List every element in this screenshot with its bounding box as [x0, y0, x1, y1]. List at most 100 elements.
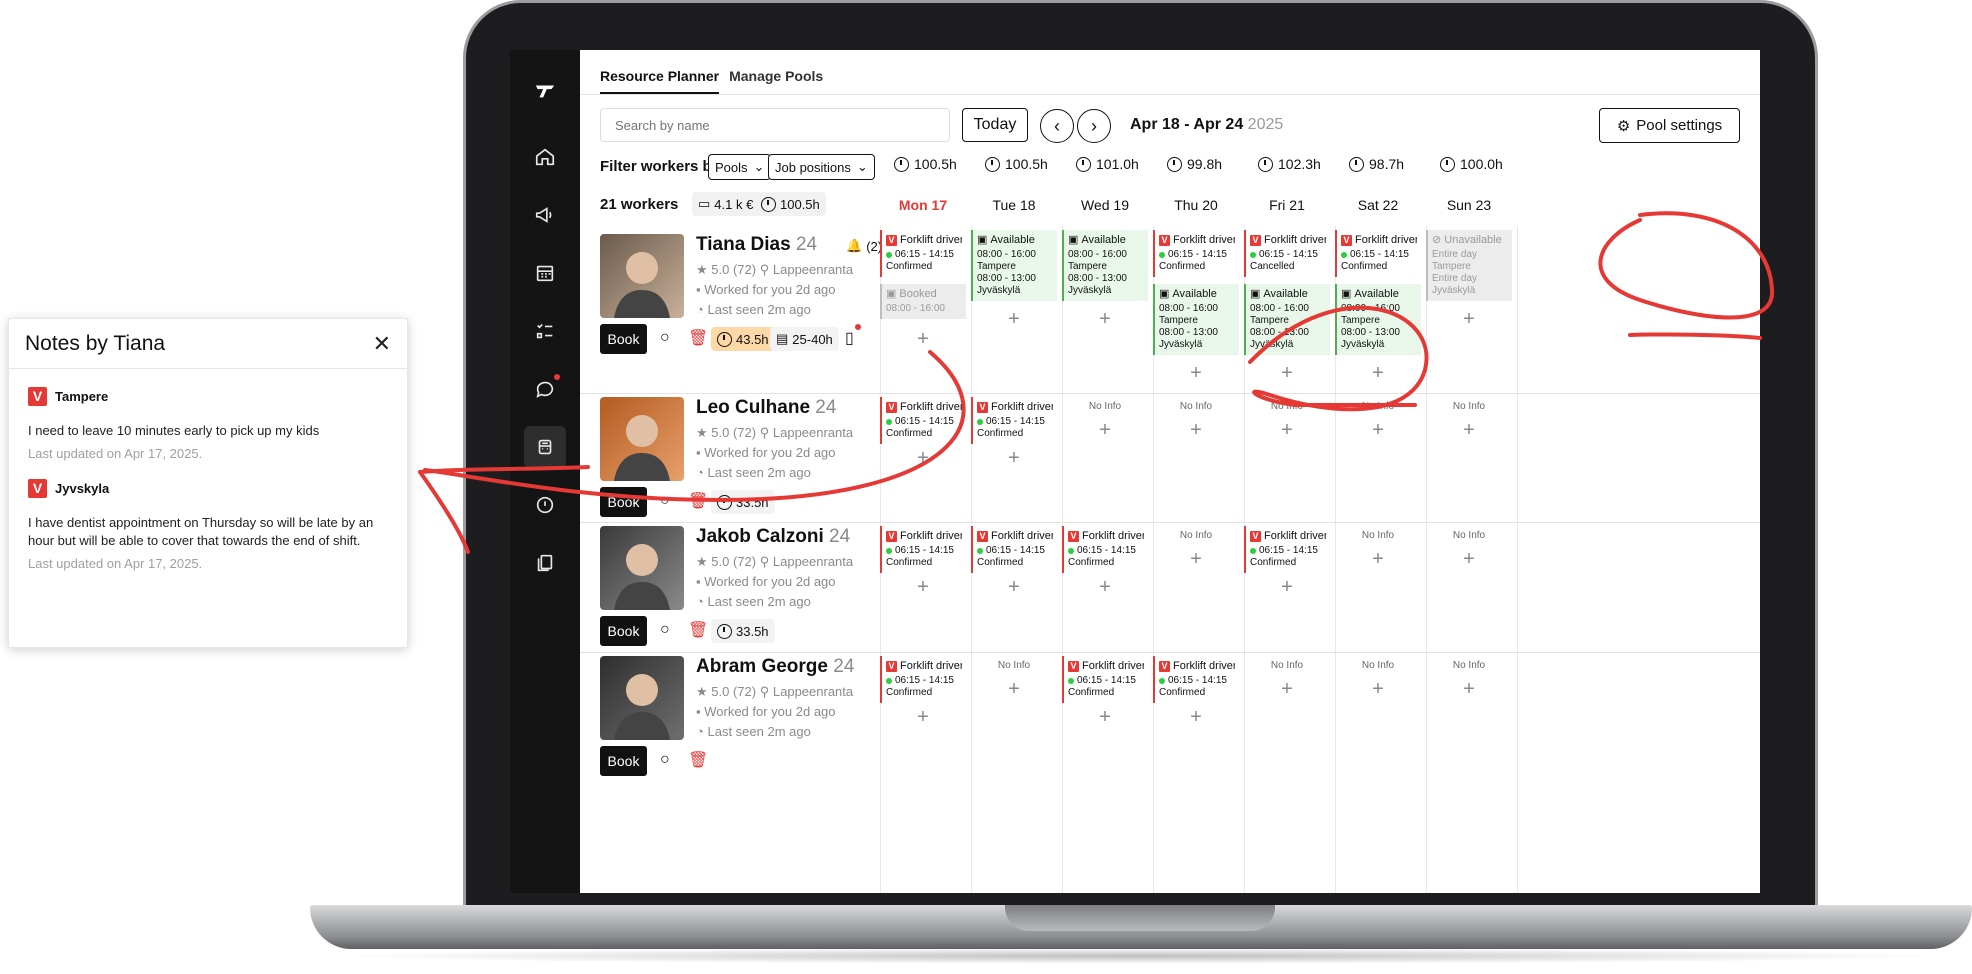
note-updated: Last updated on Apr 17, 2025. [28, 446, 203, 461]
shift-role: Forklift driver.. [900, 660, 962, 672]
add-shift-button[interactable]: + [1426, 548, 1512, 571]
add-shift-button[interactable]: + [1153, 362, 1239, 385]
message-icon[interactable]: ○ [660, 492, 670, 510]
trash-icon[interactable]: 🗑 [688, 750, 708, 770]
worker-name[interactable]: Tiana Dias 24 [696, 234, 817, 256]
trash-icon[interactable]: 🗑 [688, 491, 708, 511]
add-shift-button[interactable]: + [1062, 308, 1148, 331]
chat-icon[interactable] [524, 368, 566, 410]
add-shift-button[interactable]: + [971, 576, 1057, 599]
booked-card[interactable]: ▣ Booked 08:00 - 16:00 [880, 284, 966, 319]
worker-avatar[interactable] [600, 234, 684, 318]
shift-card[interactable]: VForklift driver.. 06:15 - 14:15 Cancell… [1244, 230, 1330, 277]
add-shift-button[interactable]: + [1335, 678, 1421, 701]
add-shift-button[interactable]: + [880, 576, 966, 599]
availability-time: 08:00 - 13:00 [977, 273, 1036, 284]
availability-card[interactable]: ▣ Available 08:00 - 16:00 Tampere 08:00 -… [971, 230, 1057, 301]
add-shift-button[interactable]: + [1426, 419, 1512, 442]
book-button[interactable]: Book [600, 746, 647, 776]
shift-card[interactable]: VForklift driver.. 06:15 - 14:15 Confirm… [1062, 656, 1148, 703]
clock-icon[interactable] [524, 484, 566, 526]
shift-card[interactable]: VForklift driver.. 06:15 - 14:15 Confirm… [880, 656, 966, 703]
pools-dropdown[interactable]: Pools ⌄ [708, 154, 772, 180]
shift-card[interactable]: VForklift driver.. 06:15 - 14:15 Confirm… [880, 526, 966, 573]
add-shift-button[interactable]: + [1244, 419, 1330, 442]
add-shift-button[interactable]: + [1335, 362, 1421, 385]
logo-icon[interactable] [524, 70, 566, 112]
prev-week-button[interactable]: ‹ [1040, 109, 1074, 143]
trash-icon[interactable]: 🗑 [688, 328, 708, 348]
shift-card[interactable]: VForklift driver.. 06:15 - 14:15 Confirm… [971, 526, 1057, 573]
add-shift-button[interactable]: + [1244, 678, 1330, 701]
worker-avatar[interactable] [600, 656, 684, 740]
add-shift-button[interactable]: + [1153, 419, 1239, 442]
add-shift-button[interactable]: + [1426, 678, 1512, 701]
day-hours-value: 100.5h [1005, 156, 1048, 172]
shift-card[interactable]: VForklift driver.. 06:15 - 14:15 Confirm… [1153, 656, 1239, 703]
shift-card[interactable]: VForklift driver.. 06:15 - 14:15 Confirm… [971, 397, 1057, 444]
shift-card[interactable]: VForklift driver.. 06:15 - 14:15 Confirm… [1244, 526, 1330, 573]
availability-card[interactable]: ▣ Available 08:00 - 16:00 Tampere 08:00 -… [1062, 230, 1148, 301]
contract-hours: ▤ 25-40h [770, 327, 839, 351]
worker-avatar[interactable] [600, 397, 684, 481]
add-shift-button[interactable]: + [1062, 706, 1148, 729]
bell-icon: 🔔 [846, 238, 863, 253]
add-shift-button[interactable]: + [880, 447, 966, 470]
tab-resource-planner[interactable]: Resource Planner [600, 62, 720, 94]
shift-card[interactable]: VForklift driver.. 06:15 - 14:15 Confirm… [1062, 526, 1148, 573]
add-shift-button[interactable]: + [971, 308, 1057, 331]
workers-count: 21 workers [600, 196, 679, 213]
message-icon[interactable]: ○ [660, 621, 670, 639]
notes-icon[interactable]: ▯ [845, 324, 861, 348]
rating-value: 5.0 (72) [711, 425, 757, 440]
add-shift-button[interactable]: + [880, 706, 966, 729]
unavailable-card[interactable]: ⊘ Unavailable Entire day Tampere Entire d… [1426, 230, 1512, 301]
add-shift-button[interactable]: + [1244, 362, 1330, 385]
add-shift-button[interactable]: + [1335, 419, 1421, 442]
worker-avatar[interactable] [600, 526, 684, 610]
today-button[interactable]: Today [962, 108, 1028, 142]
book-button[interactable]: Book [600, 324, 647, 354]
job-positions-dropdown[interactable]: Job positions ⌄ [768, 154, 875, 180]
next-week-button[interactable]: › [1077, 109, 1111, 143]
trash-icon[interactable]: 🗑 [688, 620, 708, 640]
availability-card[interactable]: ▣ Available 08:00 - 16:00 Tampere 08:00 -… [1153, 284, 1239, 355]
worker-name[interactable]: Abram George 24 [696, 656, 854, 678]
message-icon[interactable]: ○ [660, 751, 670, 769]
tab-manage-pools[interactable]: Manage Pools [729, 62, 823, 94]
checklist-icon[interactable] [524, 310, 566, 352]
book-button[interactable]: Book [600, 616, 647, 646]
add-shift-button[interactable]: + [971, 678, 1057, 701]
search-input[interactable] [600, 108, 950, 142]
add-shift-button[interactable]: + [1062, 419, 1148, 442]
no-info-label: No Info [1452, 660, 1486, 671]
home-icon[interactable] [524, 136, 566, 178]
megaphone-icon[interactable] [524, 194, 566, 236]
message-icon[interactable]: ○ [660, 329, 670, 347]
close-icon[interactable]: ✕ [373, 331, 391, 357]
shift-card[interactable]: VForklift driver.. 06:15 - 14:15 Confirm… [880, 397, 966, 444]
add-shift-button[interactable]: + [971, 447, 1057, 470]
add-shift-button[interactable]: + [1153, 548, 1239, 571]
availability-card[interactable]: ▣ Available 08:00 - 16:00 Tampere 08:00 -… [1335, 284, 1421, 355]
shift-card[interactable]: VForklift driver.. 06:15 - 14:15 Confirm… [1153, 230, 1239, 277]
availability-card[interactable]: ▣ Available 08:00 - 16:00 Tampere 08:00 -… [1244, 284, 1330, 355]
book-button[interactable]: Book [600, 487, 647, 517]
add-shift-button[interactable]: + [1335, 548, 1421, 571]
add-shift-button[interactable]: + [1153, 706, 1239, 729]
shift-card[interactable]: VForklift driver.. 06:15 - 14:15 Confirm… [880, 230, 966, 277]
worker-age: 24 [829, 526, 851, 547]
worker-name[interactable]: Jakob Calzoni 24 [696, 526, 850, 548]
no-info-label: No Info [997, 660, 1031, 671]
resource-planner-icon[interactable] [524, 426, 566, 468]
add-shift-button[interactable]: + [880, 328, 966, 351]
shift-card[interactable]: VForklift driver.. 06:15 - 14:15 Confirm… [1335, 230, 1421, 277]
add-shift-button[interactable]: + [1244, 576, 1330, 599]
add-shift-button[interactable]: + [1426, 308, 1512, 331]
calendar-icon[interactable] [524, 252, 566, 294]
add-shift-button[interactable]: + [1062, 576, 1148, 599]
pool-settings-button[interactable]: ⚙ Pool settings [1599, 108, 1740, 143]
worker-name[interactable]: Leo Culhane 24 [696, 397, 836, 419]
documents-icon[interactable] [524, 542, 566, 584]
unavailable-title: ⊘ Unavailable [1432, 234, 1508, 246]
